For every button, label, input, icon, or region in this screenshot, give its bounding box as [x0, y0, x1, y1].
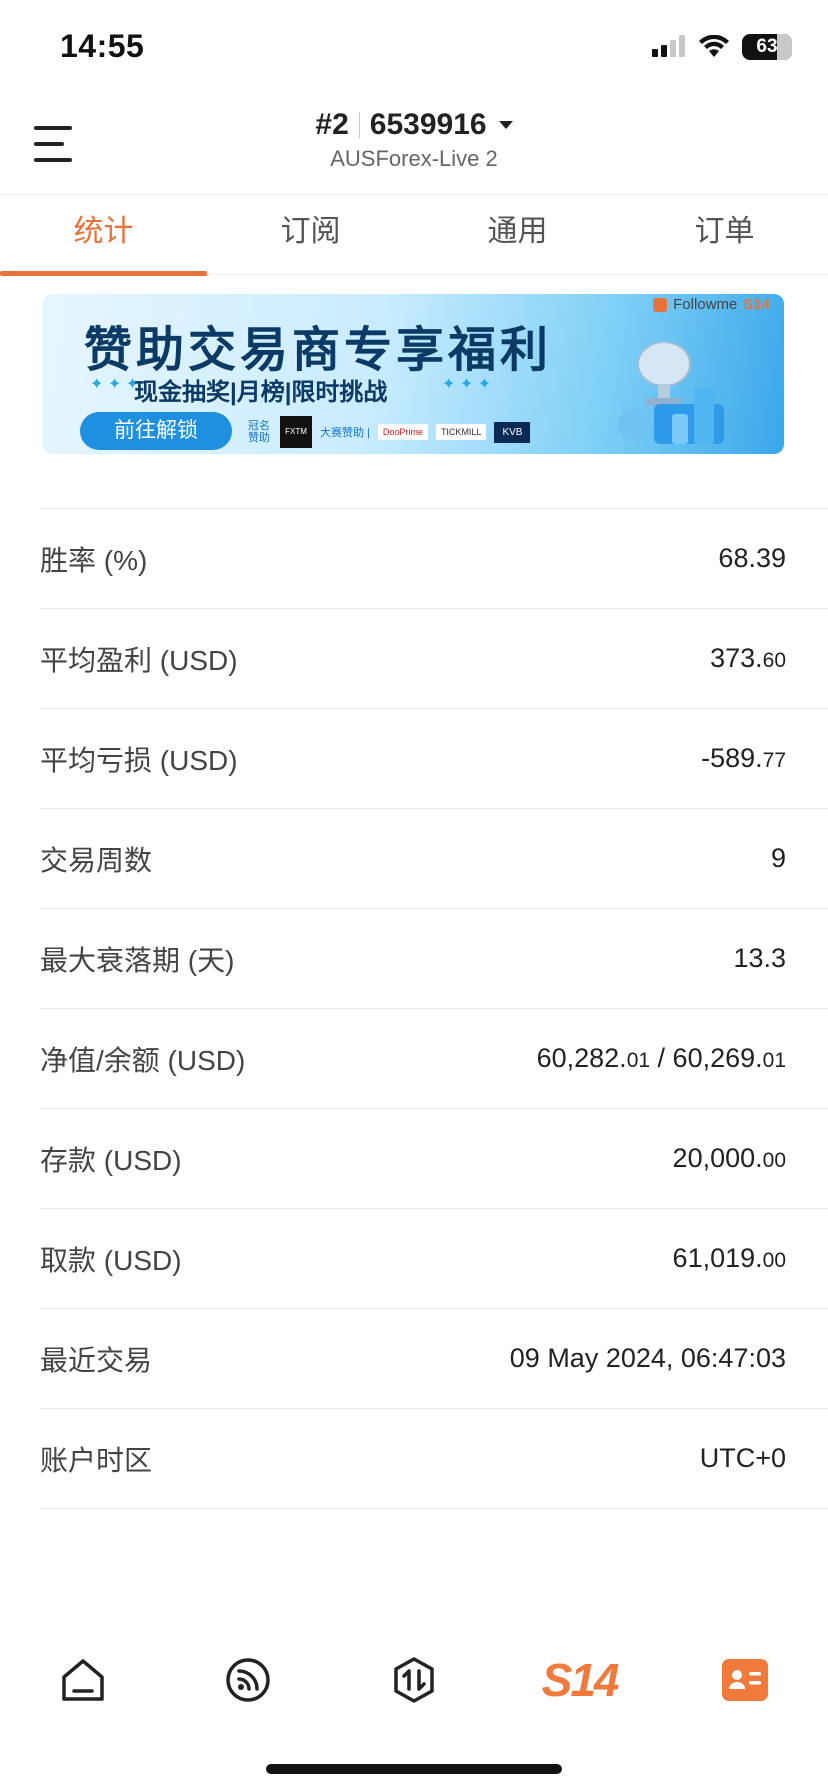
tab-statistics[interactable]: 统计 [0, 196, 207, 276]
stat-row-withdrawal: 取款 (USD) 61,019.00 [40, 1209, 828, 1309]
stat-value: 68.39 [718, 543, 786, 573]
trade-icon [394, 1657, 434, 1703]
stat-label: 取款 (USD) [40, 1244, 182, 1276]
banner-brand: Followme S14 [653, 296, 770, 313]
tab-general[interactable]: 通用 [414, 196, 621, 274]
app-header: #2 6539916 AUSForex-Live 2 [0, 96, 828, 195]
stat-row-avg-loss: 平均亏损 (USD) -589.77 [40, 709, 828, 809]
promo-banner[interactable]: Followme S14 赞助交易商专享福利 ✦ ✦ ✦ 现金抽奖|月榜|限时挑… [42, 294, 784, 454]
stat-label: 交易周数 [40, 844, 153, 876]
banner-title: 赞助交易商专享福利 [84, 324, 553, 377]
sponsor-label-2: 大赛赞助 | [320, 427, 370, 439]
cellular-signal-icon [652, 35, 685, 57]
stat-row-timezone: 账户时区 UTC+0 [40, 1409, 828, 1509]
stat-row-deposit: 存款 (USD) 20,000.00 [40, 1109, 828, 1209]
stat-row-trading-weeks: 交易周数 9 [40, 809, 828, 909]
tab-bar: 统计 订阅 通用 订单 [0, 196, 828, 276]
status-time: 14:55 [60, 28, 145, 64]
sponsor-dooprime-logo: DooPrime [377, 424, 428, 440]
stat-value: UTC+0 [699, 1443, 786, 1473]
stat-row-win-rate: 胜率 (%) 68.39 [40, 509, 828, 609]
feed-icon [226, 1658, 271, 1702]
stat-label: 存款 (USD) [40, 1144, 182, 1176]
stat-value: 373.60 [710, 643, 786, 673]
battery-level: 63 [756, 36, 778, 57]
profile-card-icon [722, 1659, 769, 1701]
stat-row-max-drawdown-period: 最大衰落期 (天) 13.3 [40, 909, 828, 1009]
stat-label: 账户时区 [40, 1444, 153, 1476]
s14-logo: S14 [541, 1654, 620, 1706]
sparkle-icon: ✦ ✦ ✦ [90, 376, 140, 393]
stat-label: 最近交易 [40, 1344, 153, 1376]
stat-row-last-trade: 最近交易 09 May 2024, 06:47:03 [40, 1309, 828, 1409]
sponsor-kvb-logo: KVB [494, 421, 531, 443]
stat-value: -589.77 [701, 743, 786, 773]
tab-orders[interactable]: 订单 [621, 196, 828, 274]
trophy-icon [618, 341, 724, 444]
nav-home[interactable] [0, 1630, 166, 1730]
sponsor-label: 冠名赞助 [248, 420, 270, 444]
tab-subscribe[interactable]: 订阅 [207, 196, 414, 274]
battery-icon: 63 [742, 34, 792, 60]
stat-value: 60,282.01 / 60,269.01 [536, 1043, 786, 1073]
banner-brand-tag: S14 [743, 296, 770, 313]
banner-unlock-button[interactable]: 前往解锁 [80, 412, 232, 450]
stat-label: 最大衰落期 (天) [40, 944, 235, 976]
wifi-icon [699, 35, 729, 57]
account-server: AUSForex-Live 2 [330, 146, 498, 171]
sponsor-fxtm-logo: FXTM [280, 416, 312, 448]
nav-trade[interactable] [331, 1630, 497, 1730]
caret-down-icon [498, 121, 513, 129]
sparkle-icon: ✦ ✦ ✦ [442, 376, 492, 393]
stat-label: 平均亏损 (USD) [40, 744, 238, 776]
home-icon [62, 1659, 104, 1701]
stat-value: 61,019.00 [672, 1243, 786, 1273]
stat-row-equity-balance: 净值/余额 (USD) 60,282.01 / 60,269.01 [40, 1009, 828, 1109]
stat-row-avg-profit: 平均盈利 (USD) 373.60 [40, 609, 828, 709]
nav-profile[interactable] [662, 1630, 828, 1730]
account-separator [358, 112, 360, 138]
stat-label: 净值/余额 (USD) [40, 1044, 246, 1076]
stat-label: 平均盈利 (USD) [40, 644, 238, 676]
home-indicator [266, 1764, 562, 1774]
banner-subtitle: 现金抽奖|月榜|限时挑战 [134, 379, 388, 406]
sponsor-tickmill-logo: TICKMILL [435, 424, 487, 440]
followme-logo-icon [653, 297, 668, 312]
stat-value: 13.3 [733, 943, 786, 973]
banner-sponsors: 冠名赞助 FXTM 大赛赞助 | DooPrime TICKMILL KVB [248, 416, 531, 448]
banner-brand-name: Followme [673, 296, 738, 313]
nav-feed[interactable] [166, 1630, 332, 1730]
status-bar: 14:55 63 [0, 0, 828, 96]
stat-value: 09 May 2024, 06:47:03 [509, 1343, 786, 1373]
stat-value: 9 [770, 843, 786, 873]
stats-list: 胜率 (%) 68.39 平均盈利 (USD) 373.60 平均亏损 (USD… [0, 509, 828, 1509]
stat-label: 胜率 (%) [40, 544, 148, 576]
status-icons: 63 [652, 34, 792, 60]
bottom-nav: S14 [0, 1630, 828, 1730]
account-switcher[interactable]: #2 6539916 AUSForex-Live 2 [0, 108, 828, 172]
account-number: 6539916 [369, 108, 487, 141]
stat-value: 20,000.00 [672, 1143, 786, 1173]
account-index: #2 [315, 108, 349, 141]
nav-s14[interactable]: S14 [497, 1630, 663, 1730]
